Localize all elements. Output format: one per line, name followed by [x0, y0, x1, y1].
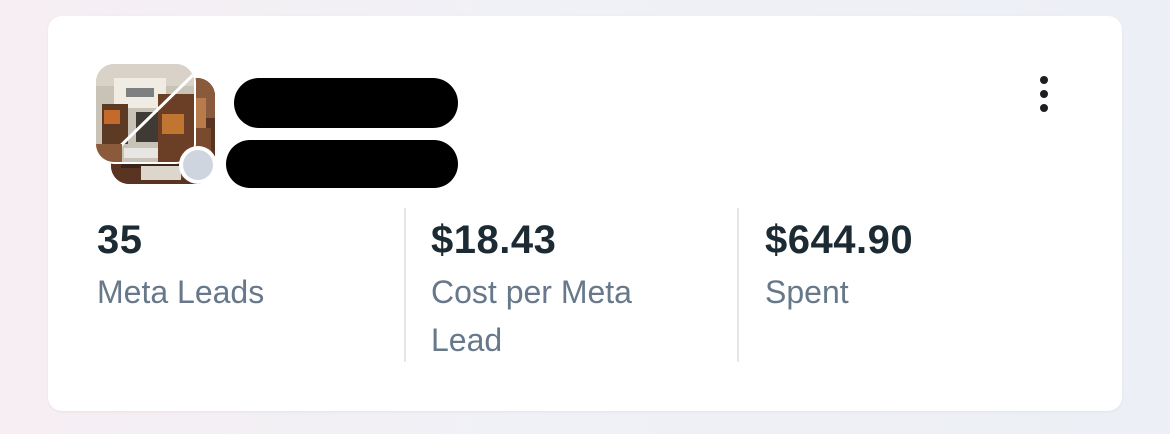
redacted-campaign-name: [234, 78, 458, 128]
campaign-summary-card[interactable]: 35 Meta Leads $18.43 Cost per Meta Lead …: [48, 16, 1122, 411]
more-options-icon[interactable]: [1030, 72, 1058, 116]
more-options-dot: [1040, 76, 1048, 84]
metric-divider: [737, 208, 739, 362]
metric-meta-leads: 35 Meta Leads: [97, 216, 397, 316]
metric-spent: $644.90 Spent: [765, 216, 1065, 316]
ad-thumbnail: [96, 64, 194, 162]
metric-value: 35: [97, 218, 143, 262]
metric-value: $18.43: [431, 218, 557, 262]
metric-divider: [404, 208, 406, 362]
more-options-dot: [1040, 104, 1048, 112]
metric-label: Cost per Meta Lead: [431, 274, 632, 358]
metric-label: Meta Leads: [97, 274, 265, 310]
metric-cost-per-lead: $18.43 Cost per Meta Lead: [431, 216, 711, 364]
metric-label: Spent: [765, 274, 849, 310]
more-options-dot: [1040, 90, 1048, 98]
redacted-campaign-subtitle: [226, 140, 458, 188]
status-indicator: [183, 150, 213, 180]
metric-value: $644.90: [765, 218, 914, 262]
